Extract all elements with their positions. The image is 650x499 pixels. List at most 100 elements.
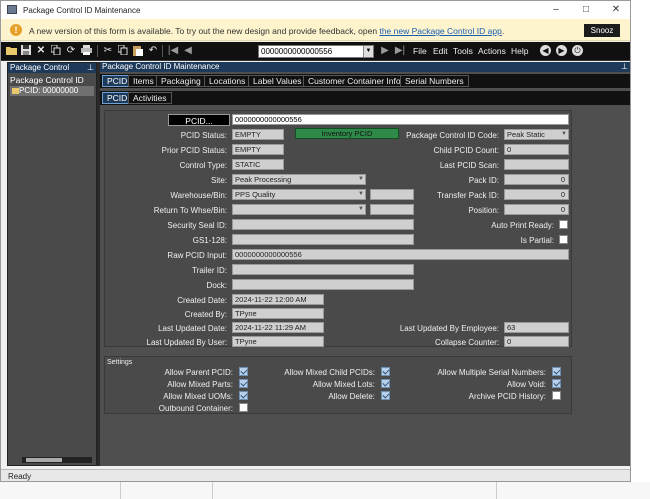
forward-icon[interactable]: ▶ <box>556 45 567 56</box>
chevron-down-icon[interactable]: ▼ <box>363 46 373 57</box>
prior-status-label: Prior PCID Status: <box>161 146 227 155</box>
undo-icon[interactable]: ↶ <box>147 45 159 57</box>
bin-select[interactable] <box>370 189 414 200</box>
nav-next-icon[interactable]: ▶ <box>379 45 391 57</box>
allow-void-checkbox[interactable] <box>552 379 561 388</box>
pcid-input[interactable]: 0000000000000556 <box>232 114 569 125</box>
return-warehouse-select[interactable]: ▼ <box>232 204 366 215</box>
auto-print-checkbox[interactable] <box>559 220 568 229</box>
last-updated-date-label: Last Updated Date: <box>158 324 227 333</box>
menu-file[interactable]: File <box>413 46 427 56</box>
gs1-label: GS1-128: <box>192 236 227 245</box>
chevron-down-icon[interactable]: ▼ <box>357 205 365 214</box>
app-icon <box>7 5 17 14</box>
scrollbar-thumb[interactable] <box>26 458 62 462</box>
trailer-field[interactable] <box>232 264 414 275</box>
dock-field[interactable] <box>232 279 414 290</box>
main-panel: Package Control ID Maintenance ⊥ PCID Ite… <box>100 62 630 466</box>
pin-icon[interactable]: ⊥ <box>621 62 628 72</box>
warehouse-label: Warehouse/Bin: <box>170 191 227 200</box>
exit-icon[interactable]: ⏻ <box>572 45 583 56</box>
cut-icon[interactable]: ✂ <box>102 45 114 57</box>
paste-icon[interactable] <box>132 45 144 57</box>
menu-tools[interactable]: Tools <box>453 46 473 56</box>
tab-serial-numbers[interactable]: Serial Numbers <box>400 75 469 87</box>
outbound-container-checkbox[interactable] <box>239 403 248 412</box>
allow-mixed-uoms-checkbox[interactable] <box>239 391 248 400</box>
is-partial-checkbox[interactable] <box>559 235 568 244</box>
tree-item-pcid[interactable]: PCID: 00000000 <box>10 86 94 96</box>
pcid-lookup-button[interactable]: PCID... <box>168 114 230 126</box>
auto-print-label: Auto Print Ready: <box>491 221 554 230</box>
refresh-icon[interactable]: ⟳ <box>65 45 77 57</box>
pcid-status-field: EMPTY <box>232 129 284 140</box>
tab-locations[interactable]: Locations <box>204 75 251 87</box>
back-icon[interactable]: ◀ <box>540 45 551 56</box>
created-by-label: Created By: <box>184 310 227 319</box>
menu-actions[interactable]: Actions <box>478 46 506 56</box>
new-app-link[interactable]: the new Package Control ID app <box>379 26 501 36</box>
tab-label-values[interactable]: Label Values <box>248 75 307 87</box>
background-divider <box>120 482 121 499</box>
copy-icon[interactable] <box>50 44 62 57</box>
allow-mixed-parts-checkbox[interactable] <box>239 379 248 388</box>
copy-icon[interactable] <box>117 44 129 57</box>
menu-edit[interactable]: Edit <box>433 46 448 56</box>
allow-delete-checkbox[interactable] <box>381 391 390 400</box>
allow-parent-checkbox[interactable] <box>239 367 248 376</box>
nav-prev-icon[interactable]: ◀ <box>182 45 194 57</box>
raw-input-field[interactable]: 0000000000000556 <box>232 249 569 260</box>
save-icon[interactable] <box>20 45 32 57</box>
chevron-down-icon[interactable]: ▼ <box>357 190 365 199</box>
app-window: Package Control ID Maintenance – □ ✕ ! A… <box>0 0 631 482</box>
print-icon[interactable] <box>80 45 92 57</box>
created-date-field: 2024-11-22 12:00 AM <box>232 294 324 305</box>
update-banner: ! A new version of this form is availabl… <box>1 19 630 41</box>
archive-history-checkbox[interactable] <box>552 391 561 400</box>
pack-id-field[interactable]: 0 <box>504 174 569 185</box>
maximize-button[interactable]: □ <box>571 1 601 19</box>
prior-status-field: EMPTY <box>232 144 284 155</box>
tree-root[interactable]: Package Control ID <box>10 75 84 85</box>
allow-mixed-lots-checkbox[interactable] <box>381 379 390 388</box>
control-type-field: STATIC <box>232 159 284 170</box>
close-button[interactable]: ✕ <box>601 1 630 19</box>
collapse-label: Collapse Counter: <box>434 338 499 347</box>
site-label: Site: <box>210 176 227 185</box>
delete-icon[interactable]: ✕ <box>35 45 47 57</box>
gs1-field[interactable] <box>232 234 414 245</box>
collapse-field: 0 <box>504 336 569 347</box>
folder-open-icon[interactable] <box>5 45 17 57</box>
allow-mixed-uoms-label: Allow Mixed UOMs: <box>163 392 233 401</box>
warning-icon: ! <box>10 24 22 36</box>
chevron-down-icon[interactable]: ▼ <box>357 175 365 184</box>
pcid-selector[interactable]: 0000000000000556 ▼ <box>258 45 374 58</box>
tab-customer-container-info[interactable]: Customer Container Info <box>303 75 406 87</box>
chevron-down-icon[interactable]: ▼ <box>560 130 568 139</box>
nav-last-icon[interactable]: ▶| <box>394 45 406 57</box>
site-select[interactable]: Peak Processing ▼ <box>232 174 366 185</box>
sub-tabs: PCID Activities <box>100 91 630 105</box>
snooze-button[interactable]: Snooz <box>584 24 620 37</box>
allow-mixed-child-checkbox[interactable] <box>381 367 390 376</box>
dock-label: Dock: <box>206 281 227 290</box>
tab-items[interactable]: Items <box>128 75 159 87</box>
last-updated-emp-field: 63 <box>504 322 569 333</box>
transfer-pack-field[interactable]: 0 <box>504 189 569 200</box>
tab-packaging[interactable]: Packaging <box>156 75 206 87</box>
outbound-container-label: Outbound Container: <box>158 404 233 413</box>
allow-multi-serial-checkbox[interactable] <box>552 367 561 376</box>
warehouse-select[interactable]: PPS Quality ▼ <box>232 189 366 200</box>
nav-first-icon[interactable]: |◀ <box>167 45 179 57</box>
subtab-activities[interactable]: Activities <box>128 92 172 104</box>
last-scan-label: Last PCID Scan: <box>439 161 499 170</box>
security-seal-field[interactable] <box>232 219 414 230</box>
pin-icon[interactable]: ⊥ <box>87 63 94 73</box>
minimize-button[interactable]: – <box>541 1 571 19</box>
position-field[interactable]: 0 <box>504 204 569 215</box>
position-label: Position: <box>468 206 499 215</box>
return-bin-select[interactable] <box>370 204 414 215</box>
main-tabs: PCID Items Packaging Locations Label Val… <box>100 74 630 88</box>
pkg-code-field[interactable]: Peak Static ▼ <box>504 129 569 140</box>
menu-help[interactable]: Help <box>511 46 528 56</box>
